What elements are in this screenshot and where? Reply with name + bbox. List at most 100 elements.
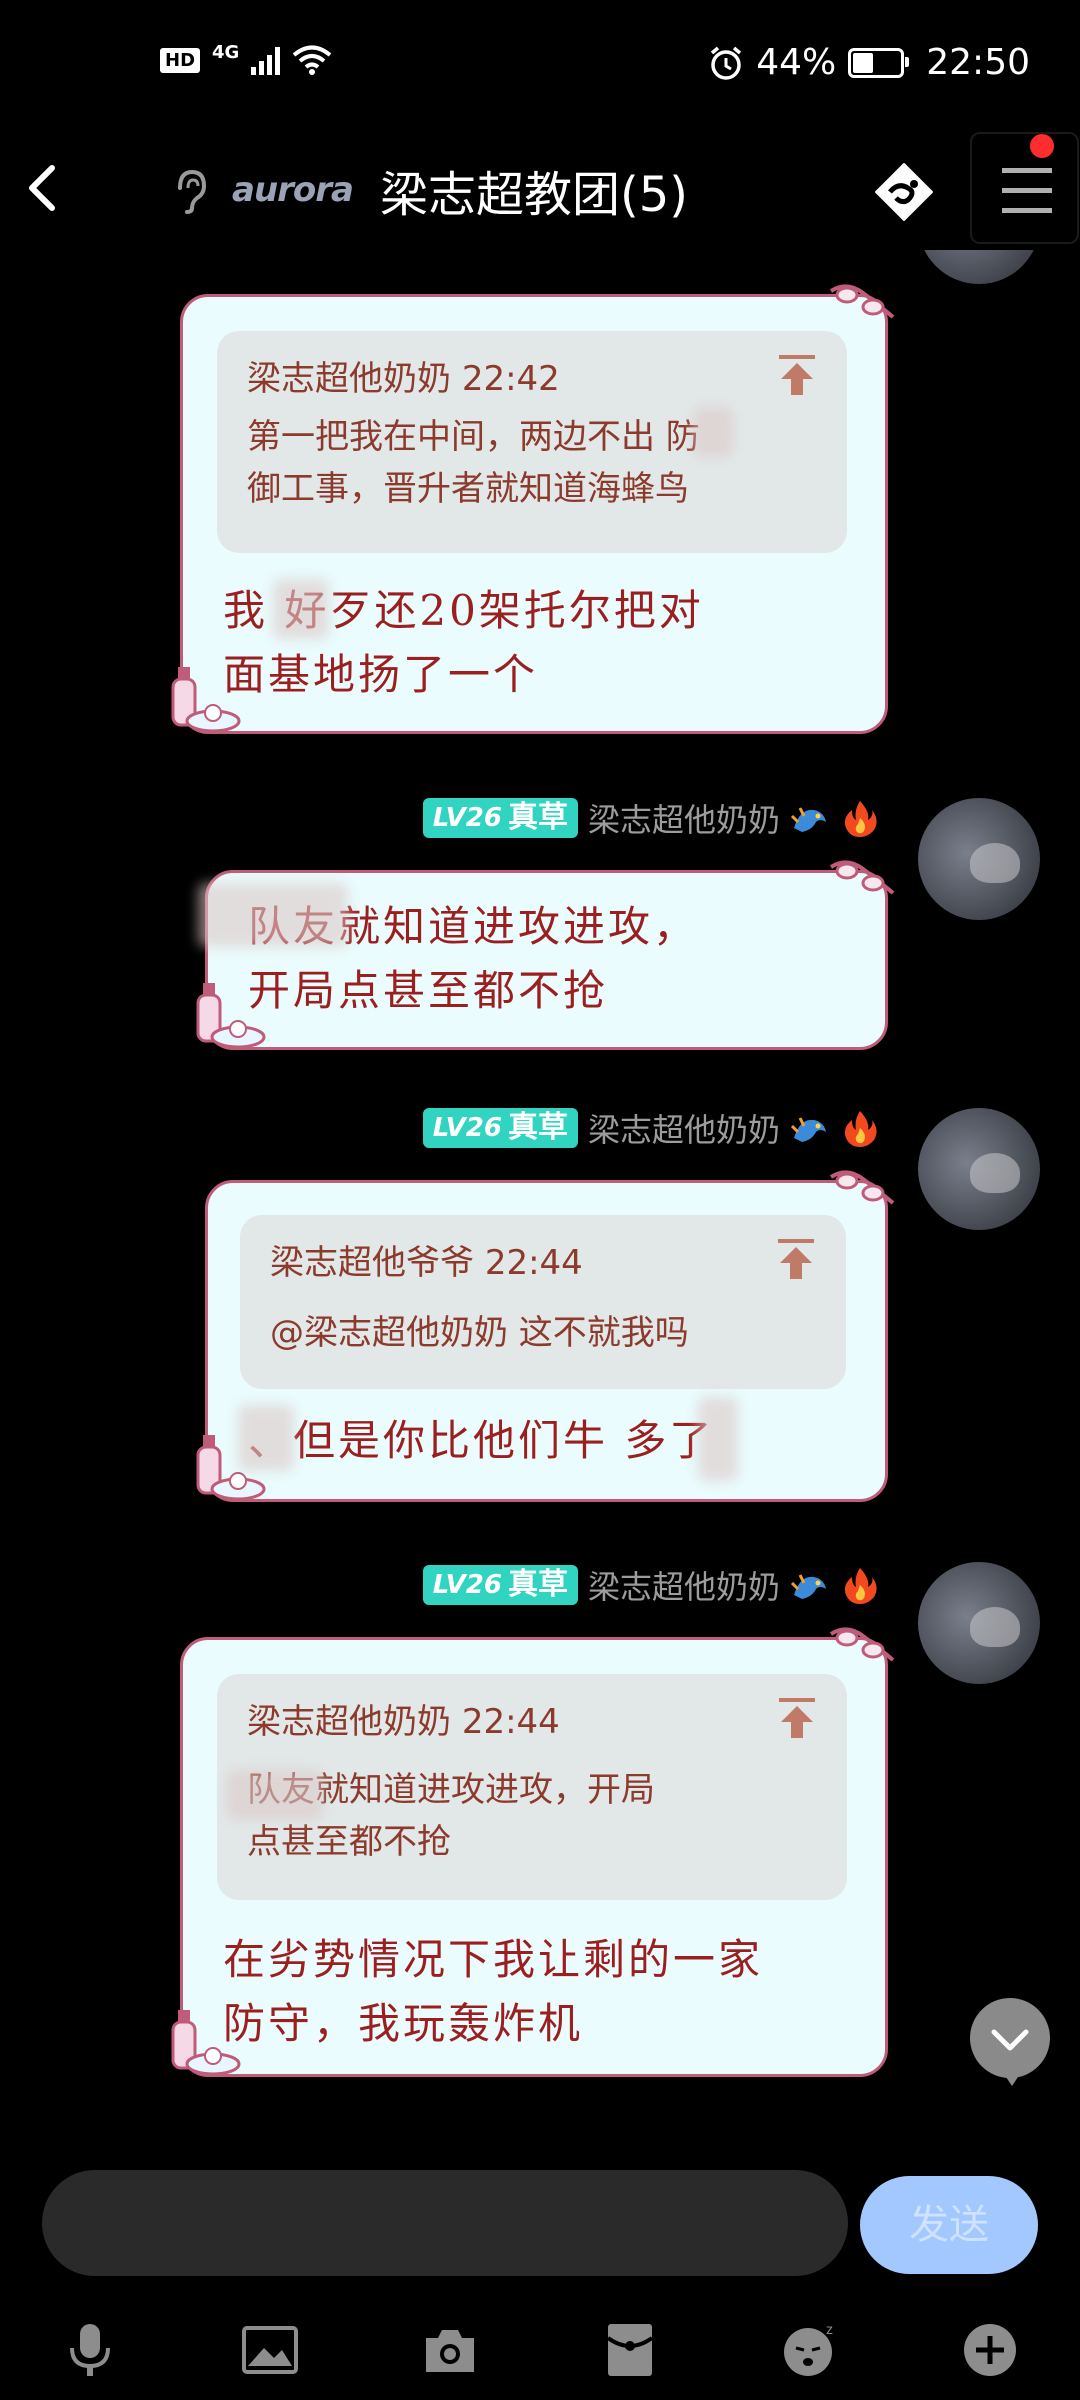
quote-header: 梁志超他爷爷 22:44 <box>270 1235 583 1284</box>
chat-screen: HD 4G 44% 22:50 aurora 梁志超教团(5) 梁志超他奶奶 2… <box>0 0 1080 2400</box>
network-type: 4G <box>212 41 240 63</box>
level-badge: LV26 真草 <box>422 1565 578 1605</box>
message-text-line: 面基地扬了一个 <box>223 650 539 699</box>
quote-author: 梁志超他爷爷 <box>270 1243 474 1283</box>
fire-icon <box>844 1568 877 1604</box>
level-badge: LV26 真草 <box>422 1108 578 1148</box>
jump-to-top-icon[interactable] <box>776 1237 816 1281</box>
notification-dot <box>1030 134 1054 158</box>
title-badge: 真草 <box>507 800 568 835</box>
bubble-bottle-ornament-icon <box>171 667 241 733</box>
level-number: LV26 <box>432 1570 502 1600</box>
wifi-icon <box>293 45 332 75</box>
message-text-line: 防守，我玩轰炸机 <box>223 1999 584 2048</box>
ear-icon[interactable] <box>170 166 210 216</box>
quoted-message[interactable]: 梁志超他奶奶 22:44 队友就知道进攻进攻，开局 点甚至都不抢 <box>217 1674 847 1900</box>
plus-icon[interactable] <box>960 2320 1020 2380</box>
title-badge: 真草 <box>507 1567 568 1602</box>
group-title: 梁志超教团(5) <box>380 167 688 223</box>
dragon-badge-icon <box>790 1574 826 1599</box>
image-icon[interactable] <box>240 2320 300 2380</box>
microphone-icon[interactable] <box>60 2320 120 2380</box>
message-list[interactable]: 梁志超他奶奶 22:42 第一把我在中间，两边不出 防 御工事，晋升者就知道海蜂… <box>0 250 1080 2170</box>
bubble-bottle-ornament-icon <box>196 1435 266 1501</box>
blurred-redaction <box>698 1397 738 1481</box>
avatar[interactable] <box>918 1108 1040 1230</box>
message-bubble[interactable]: 队友就知道进攻进攻， 开局点甚至都不抢 <box>196 860 895 1050</box>
quote-author: 梁志超他奶奶 <box>247 359 451 399</box>
back-arrow-icon[interactable] <box>10 148 80 228</box>
quote-line: 点甚至都不抢 <box>247 1822 451 1862</box>
sender-name[interactable]: 梁志超他奶奶 <box>588 795 780 841</box>
quoted-message[interactable]: 梁志超他奶奶 22:42 第一把我在中间，两边不出 防 御工事，晋升者就知道海蜂… <box>217 331 847 553</box>
sender-line: LV26 真草 梁志超他奶奶 <box>422 795 880 841</box>
scroll-to-bottom-button[interactable] <box>970 1998 1050 2086</box>
blurred-redaction <box>693 407 733 457</box>
quoted-message[interactable]: 梁志超他爷爷 22:44 @梁志超他奶奶 这不就我吗 <box>240 1215 846 1389</box>
menu-button[interactable] <box>970 132 1079 244</box>
jump-to-top-icon[interactable] <box>777 353 817 397</box>
link-tag-icon[interactable] <box>868 156 940 228</box>
goggles-ornament-icon <box>829 860 895 895</box>
clock: 22:50 <box>926 42 1030 83</box>
message-bubble[interactable]: 梁志超他奶奶 22:44 队友就知道进攻进攻，开局 点甚至都不抢 在劣势情况下我… <box>171 1627 895 2077</box>
input-toolbar: z <box>0 2300 1080 2400</box>
battery-percent: 44% <box>756 42 837 83</box>
goggles-ornament-icon <box>829 1627 895 1662</box>
title-badge: 真草 <box>507 1110 568 1145</box>
battery-icon <box>848 47 910 78</box>
avatar[interactable] <box>918 1562 1040 1684</box>
level-badge: LV26 真草 <box>422 798 578 838</box>
goggles-ornament-icon <box>829 284 895 319</box>
signal-icon <box>251 45 281 75</box>
quote-line: 御工事，晋升者就知道海蜂鸟 <box>247 469 689 509</box>
message-text-line: 、但是你比他们牛 多了 <box>248 1416 715 1465</box>
avatar[interactable] <box>918 250 1040 284</box>
quote-author: 梁志超他奶奶 <box>247 1702 451 1742</box>
quote-time: 22:42 <box>461 359 560 399</box>
message-bubble[interactable]: 梁志超他奶奶 22:42 第一把我在中间，两边不出 防 御工事，晋升者就知道海蜂… <box>171 284 895 734</box>
bubble-bottle-ornament-icon <box>196 983 266 1049</box>
goggles-ornament-icon <box>829 1170 895 1205</box>
blurred-redaction <box>198 883 348 947</box>
emoji-icon[interactable]: z <box>780 2320 840 2380</box>
send-button[interactable]: 发送 <box>860 2176 1038 2274</box>
blurred-redaction <box>227 1770 323 1820</box>
camera-icon[interactable] <box>420 2320 480 2380</box>
status-bar: HD 4G 44% 22:50 <box>0 0 1080 130</box>
dragon-badge-icon <box>790 1117 826 1142</box>
message-bubble[interactable]: 梁志超他爷爷 22:44 @梁志超他奶奶 这不就我吗 、但是你比他们牛 多了 <box>196 1170 895 1502</box>
sender-name[interactable]: 梁志超他奶奶 <box>588 1562 780 1608</box>
status-right: 44% 22:50 <box>708 42 1030 83</box>
sender-line: LV26 真草 梁志超他奶奶 <box>422 1105 880 1151</box>
avatar[interactable] <box>918 798 1040 920</box>
bubble-bottle-ornament-icon <box>171 2010 241 2076</box>
message-text-line: 在劣势情况下我让剩的一家 <box>223 1935 764 1984</box>
blurred-redaction <box>273 579 329 639</box>
message-text-line: 开局点甚至都不抢 <box>248 966 609 1015</box>
composer: 发送 <box>0 2170 1080 2280</box>
chevron-down-icon <box>991 2029 1029 2051</box>
quote-header: 梁志超他奶奶 22:44 <box>247 1694 560 1743</box>
quote-time: 22:44 <box>484 1243 583 1283</box>
alarm-icon <box>711 46 742 80</box>
red-packet-icon[interactable] <box>600 2320 660 2380</box>
chat-header: aurora 梁志超教团(5) <box>0 130 1080 250</box>
jump-to-top-icon[interactable] <box>777 1696 817 1740</box>
sender-name[interactable]: 梁志超他奶奶 <box>588 1105 780 1151</box>
dragon-badge-icon <box>790 807 826 832</box>
quote-line: 第一把我在中间，两边不出 防 <box>247 417 700 457</box>
hd-badge: HD <box>160 47 201 73</box>
level-number: LV26 <box>432 803 502 833</box>
status-left: HD 4G <box>160 41 332 76</box>
message-input[interactable] <box>42 2170 848 2276</box>
quote-header: 梁志超他奶奶 22:42 <box>247 351 560 400</box>
level-number: LV26 <box>432 1113 502 1143</box>
fire-icon <box>844 1111 877 1147</box>
quote-line: @梁志超他奶奶 这不就我吗 <box>270 1313 689 1353</box>
sender-line: LV26 真草 梁志超他奶奶 <box>422 1562 880 1608</box>
fire-icon <box>844 801 877 837</box>
quote-time: 22:44 <box>461 1702 560 1742</box>
app-logo: aurora <box>232 170 354 210</box>
svg-text:z: z <box>826 2321 833 2337</box>
